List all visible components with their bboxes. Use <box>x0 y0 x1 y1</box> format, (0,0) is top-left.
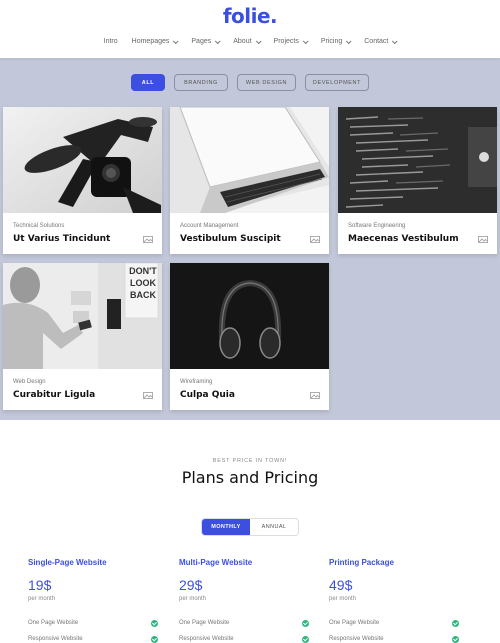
chevron-down-icon <box>392 37 398 44</box>
feature-label: One Page Website <box>28 620 79 626</box>
portfolio-card[interactable]: Wireframing Culpa Quia <box>170 263 329 410</box>
plan-card: Printing Package 49$ per month One Page … <box>329 558 459 643</box>
billing-toggle: MONTHLY ANNUAL <box>201 518 299 536</box>
plan-feature: One Page Website <box>28 620 158 627</box>
laptop-image <box>170 107 329 213</box>
nav-label: Pricing <box>320 38 343 45</box>
plan-name: Printing Package <box>329 558 394 567</box>
chevron-down-icon <box>173 37 179 44</box>
card-category: Technical Solutions <box>13 223 65 229</box>
toggle-annual[interactable]: ANNUAL <box>250 519 298 535</box>
check-icon <box>452 636 459 643</box>
plan-card: Single-Page Website 19$ per month One Pa… <box>28 558 158 643</box>
card-title: Maecenas Vestibulum <box>348 234 459 244</box>
portfolio-card[interactable]: Technical Solutions Ut Varius Tincidunt <box>3 107 162 254</box>
card-title: Culpa Quia <box>180 390 235 400</box>
chevron-down-icon <box>255 37 262 44</box>
plan-price: 29$ <box>179 577 203 593</box>
site-logo[interactable]: folie. <box>0 4 500 28</box>
card-category: Wireframing <box>180 379 213 385</box>
poster-line: DON'T <box>129 266 157 276</box>
nav-item-about[interactable]: About <box>233 37 262 45</box>
nav-label: Homepages <box>131 38 170 45</box>
plan-period: per month <box>329 596 357 602</box>
gallery-icon <box>310 236 320 243</box>
check-icon <box>302 620 309 627</box>
chevron-down-icon <box>302 37 309 44</box>
site-header: folie. Intro Homepages Pages About Proje… <box>0 0 500 58</box>
headphones-image <box>170 263 329 369</box>
check-icon <box>302 636 309 643</box>
portfolio-section: ALL BRANDING WEB DESIGN DEVELOPMENT Tech… <box>0 58 500 420</box>
plan-period: per month <box>179 596 207 602</box>
nav-item-pages[interactable]: Pages <box>191 37 221 45</box>
designer-image: DON'T LOOK BACK <box>3 263 162 369</box>
pricing-title: Plans and Pricing <box>181 468 319 487</box>
pricing-eyebrow: BEST PRICE IN TOWN! <box>212 458 288 464</box>
feature-label: One Page Website <box>329 620 380 626</box>
plan-feature: One Page Website <box>179 620 309 627</box>
plan-feature: Responsive Website <box>28 636 158 643</box>
feature-label: Responsive Website <box>28 636 83 642</box>
nav-item-homepages[interactable]: Homepages <box>131 37 179 45</box>
plan-period: per month <box>28 596 56 602</box>
nav-item-contact[interactable]: Contact <box>364 37 398 45</box>
card-category: Account Management <box>180 223 239 229</box>
poster-line: BACK <box>130 290 156 300</box>
card-title: Ut Varius Tincidunt <box>13 234 111 244</box>
gallery-icon <box>478 236 488 243</box>
check-icon <box>151 636 158 643</box>
plan-feature: One Page Website <box>329 620 459 627</box>
code-screen-image <box>338 107 497 213</box>
portfolio-card[interactable]: Account Management Vestibulum Suscipit <box>170 107 329 254</box>
main-nav: Intro Homepages Pages About Projects Pri… <box>0 37 500 45</box>
portfolio-card[interactable]: Software Engineering Maecenas Vestibulum <box>338 107 497 254</box>
nav-label: Contact <box>364 38 389 45</box>
drone-image <box>3 107 162 213</box>
plan-name: Single-Page Website <box>28 558 107 567</box>
chevron-down-icon <box>346 37 352 44</box>
feature-label: One Page Website <box>179 620 230 626</box>
toggle-monthly[interactable]: MONTHLY <box>202 519 250 535</box>
plan-feature: Responsive Website <box>329 636 459 643</box>
filter-web-design[interactable]: WEB DESIGN <box>237 74 296 91</box>
card-title: Curabitur Ligula <box>13 390 96 400</box>
nav-item-projects[interactable]: Projects <box>273 37 309 45</box>
plan-price: 49$ <box>329 577 353 593</box>
chevron-down-icon <box>215 37 221 44</box>
nav-item-intro[interactable]: Intro <box>104 38 118 45</box>
plan-price: 19$ <box>28 577 52 593</box>
card-category: Software Engineering <box>348 223 406 229</box>
nav-item-pricing[interactable]: Pricing <box>320 37 352 45</box>
nav-label: Intro <box>103 38 118 45</box>
gallery-icon <box>143 236 153 243</box>
filter-branding[interactable]: BRANDING <box>174 74 228 91</box>
poster-text: DON'T LOOK BACK <box>128 265 158 301</box>
check-icon <box>151 620 158 627</box>
check-icon <box>452 620 459 627</box>
gallery-icon <box>310 392 320 399</box>
feature-label: Responsive Website <box>179 636 234 642</box>
nav-label: About <box>233 38 252 45</box>
nav-label: Pages <box>191 38 212 45</box>
feature-label: Responsive Website <box>329 636 384 642</box>
plan-name: Multi-Page Website <box>179 558 253 567</box>
card-title: Vestibulum Suscipit <box>180 234 281 244</box>
nav-label: Projects <box>273 38 299 45</box>
plan-feature: Responsive Website <box>179 636 309 643</box>
poster-line: LOOK <box>130 278 156 288</box>
filter-development[interactable]: DEVELOPMENT <box>305 74 369 91</box>
portfolio-filters: ALL BRANDING WEB DESIGN DEVELOPMENT <box>0 74 500 91</box>
card-category: Web Design <box>13 379 46 385</box>
filter-all[interactable]: ALL <box>131 74 165 91</box>
gallery-icon <box>143 392 153 399</box>
portfolio-card[interactable]: DON'T LOOK BACK Web Design Curabitur Lig… <box>3 263 162 410</box>
plan-card: Multi-Page Website 29$ per month One Pag… <box>179 558 309 643</box>
